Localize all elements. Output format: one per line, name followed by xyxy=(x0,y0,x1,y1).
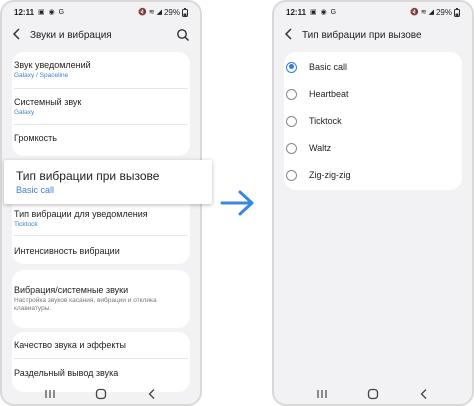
option-zig-zig-zig[interactable]: Zig-zig-zig xyxy=(274,162,472,188)
back-nav-button[interactable] xyxy=(414,387,434,401)
system-icons: 🔇 ≋ ◢ xyxy=(410,9,434,16)
setting-vibration-intensity[interactable]: Интенсивность вибрации xyxy=(14,246,190,256)
search-button[interactable] xyxy=(176,28,190,42)
chevron-left-icon xyxy=(12,28,20,40)
status-right: 🔇 ≋ ◢ 29% xyxy=(410,7,460,17)
setting-subtitle: Ticktock xyxy=(14,221,38,228)
navigation-bar xyxy=(274,384,472,404)
recents-icon xyxy=(317,390,327,398)
setting-system-vibration[interactable]: Вибрация/системные звуки Настройка звуко… xyxy=(14,285,190,313)
option-basic-call[interactable]: Basic call xyxy=(274,54,472,80)
back-button[interactable] xyxy=(284,28,300,42)
option-label: Basic call xyxy=(309,62,348,72)
setting-sound-quality[interactable]: Качество звука и эффекты xyxy=(14,340,190,350)
divider xyxy=(14,358,188,359)
page-title: Звуки и вибрация xyxy=(30,29,112,41)
back-icon xyxy=(420,389,427,399)
setting-separate-app-sound[interactable]: Раздельный вывод звука xyxy=(14,368,190,378)
home-icon xyxy=(95,388,107,400)
divider xyxy=(14,124,188,125)
back-icon xyxy=(148,389,155,399)
vibration-options-card: Basic call Heartbeat Ticktock Waltz Zig-… xyxy=(284,52,462,190)
search-icon xyxy=(177,29,190,42)
setting-title: Громкость xyxy=(14,133,57,143)
divider xyxy=(14,235,188,236)
navigation-bar xyxy=(2,384,200,404)
option-label: Zig-zig-zig xyxy=(309,170,351,180)
home-icon xyxy=(367,388,379,400)
status-time: 12:11 xyxy=(14,7,35,17)
option-heartbeat[interactable]: Heartbeat xyxy=(274,81,472,107)
recents-button[interactable] xyxy=(312,387,332,401)
setting-system-sound[interactable]: Системный звук Galaxy xyxy=(14,97,190,116)
chevron-left-icon xyxy=(284,28,292,40)
setting-title: Качество звука и эффекты xyxy=(14,340,126,350)
setting-notification-sound[interactable]: Звук уведомлений Galaxy / Spaceline xyxy=(14,60,190,79)
setting-title: Звук уведомлений xyxy=(14,60,91,70)
radio-selected[interactable] xyxy=(286,61,297,73)
page-title: Тип вибрации при вызове xyxy=(302,29,422,41)
right-arrow-icon xyxy=(220,190,254,216)
battery-percent: 29% xyxy=(163,7,180,17)
status-bar: 12:11 ▣ ◉ G 🔇 ≋ ◢ 29% xyxy=(2,2,200,22)
system-icons: 🔇 ≋ ◢ xyxy=(138,9,162,16)
setting-volume[interactable]: Громкость xyxy=(14,133,190,143)
home-button[interactable] xyxy=(91,387,111,401)
back-button[interactable] xyxy=(12,28,28,42)
callout-value: Basic call xyxy=(16,185,55,195)
divider xyxy=(14,88,188,89)
recents-button[interactable] xyxy=(40,387,60,401)
setting-notification-vibration[interactable]: Тип вибрации для уведомления Ticktock xyxy=(14,209,190,228)
setting-title: Вибрация/системные звуки xyxy=(14,285,129,295)
setting-title: Интенсивность вибрации xyxy=(14,246,120,256)
notification-icons: ▣ ◉ G xyxy=(310,9,338,16)
back-nav-button[interactable] xyxy=(142,387,162,401)
screen-header: Тип вибрации при вызове xyxy=(274,24,472,46)
option-label: Waltz xyxy=(309,143,332,153)
radio-unselected[interactable] xyxy=(286,142,297,154)
setting-call-vibration-callout[interactable]: Тип вибрации при вызове Basic call xyxy=(4,160,212,204)
radio-unselected[interactable] xyxy=(286,115,297,127)
setting-description: Настройка звуков касания, вибрации и отк… xyxy=(14,297,157,312)
battery-icon xyxy=(182,7,188,17)
recents-icon xyxy=(45,390,55,398)
status-right: 🔇 ≋ ◢ 29% xyxy=(138,7,188,17)
home-button[interactable] xyxy=(363,387,383,401)
option-label: Ticktock xyxy=(309,116,342,126)
battery-percent: 29% xyxy=(435,7,452,17)
screen-header: Звуки и вибрация xyxy=(2,24,200,46)
radio-unselected[interactable] xyxy=(286,169,297,181)
setting-title: Тип вибрации для уведомления xyxy=(14,209,148,219)
option-waltz[interactable]: Waltz xyxy=(274,135,472,161)
option-label: Heartbeat xyxy=(309,89,349,99)
setting-subtitle: Galaxy xyxy=(14,109,35,116)
option-ticktock[interactable]: Ticktock xyxy=(274,108,472,134)
callout-title: Тип вибрации при вызове xyxy=(16,169,160,183)
notification-icons: ▣ ◉ G xyxy=(38,9,66,16)
status-time: 12:11 xyxy=(286,7,307,17)
phone-screen-call-vibration: 12:11 ▣ ◉ G 🔇 ≋ ◢ 29% Тип вибрации при в… xyxy=(272,0,474,406)
radio-unselected[interactable] xyxy=(286,88,297,100)
setting-title: Раздельный вывод звука xyxy=(14,368,119,378)
status-bar: 12:11 ▣ ◉ G 🔇 ≋ ◢ 29% xyxy=(274,2,472,22)
setting-subtitle: Galaxy / Spaceline xyxy=(14,72,69,79)
setting-title: Системный звук xyxy=(14,97,82,107)
battery-icon xyxy=(454,7,460,17)
